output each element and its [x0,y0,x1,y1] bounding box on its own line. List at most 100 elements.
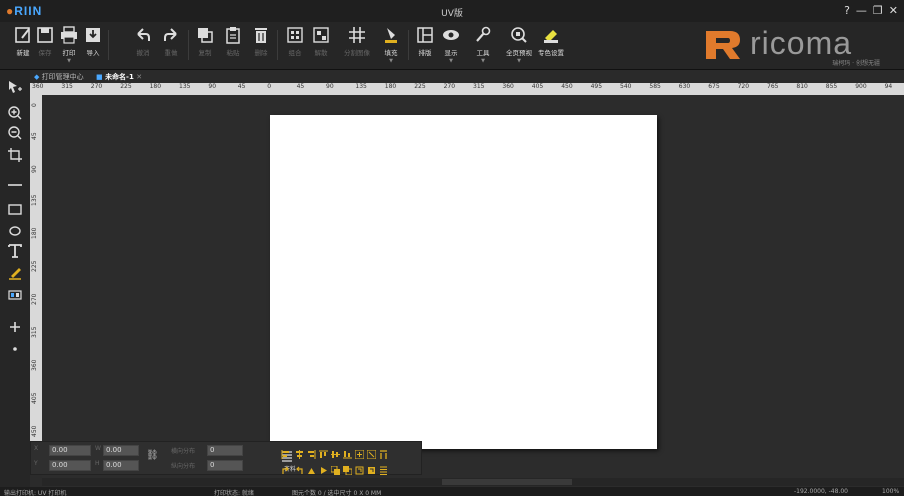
align-bottom-icon[interactable] [343,444,352,459]
full-preview-button[interactable]: 全页预视 ▼ [506,26,532,64]
ruler-tick-label: 135 [355,83,367,90]
tools-button[interactable]: 工具 ▼ [472,26,494,64]
ruler-tick-label: 0 [31,103,38,107]
brand-logo: ricoma 瑞柯玛 · 创想无疆 [704,25,894,67]
h-field[interactable]: 0.00 [103,460,139,471]
x-field[interactable]: 0.00 [49,445,91,456]
status-bar: 输出打印机: UV 打印机 打印状态: 就绪 图元个数 0 / 选中尺寸 0 X… [0,487,904,496]
tab-untitled-1[interactable]: ■ 未命名-1 ✕ [96,72,142,82]
ruler-tick-label: 675 [708,83,720,90]
horizontal-scrollbar[interactable] [42,478,904,486]
ruler-tick-label: 270 [31,293,38,305]
redo-button[interactable]: 重做 [160,26,182,57]
window-controls: ? — ❐ ✕ [844,4,898,17]
chevron-down-icon: ▼ [67,58,71,64]
text-tool-icon[interactable] [8,244,22,258]
ricoma-logo-icon [706,31,740,59]
flip-h-icon[interactable] [319,460,328,474]
w-field[interactable]: 0.00 [103,445,139,456]
left-toolbar [0,70,30,490]
align-center-h-icon[interactable] [295,444,304,459]
line-tool-icon[interactable] [8,178,22,192]
distribute-h-icon[interactable] [354,444,365,460]
window-title: UV版 [441,9,463,19]
fill-button[interactable]: 填充 ▼ [380,26,402,64]
horizontal-ruler[interactable]: 360 315 270 225 180 135 90 45 0 45 90 135 180 225 270 3… [30,83,904,95]
close-tab-icon[interactable]: ✕ [136,73,142,81]
pen-tool-icon[interactable] [8,266,22,280]
backward-one-icon[interactable] [367,460,376,474]
ruler-tick-label: 405 [31,392,38,404]
plus-icon[interactable] [8,320,22,334]
forward-one-icon[interactable] [355,460,364,475]
align-left-icon[interactable] [281,444,290,459]
select-pointer-icon[interactable] [8,80,22,94]
ellipse-tool-icon[interactable] [8,224,22,238]
vdist-field[interactable]: 0 [207,460,243,471]
barcode-tool-icon[interactable] [8,288,22,302]
crop-icon[interactable] [8,148,22,162]
zoom-in-icon[interactable] [8,106,22,120]
title-bar: ●RIIN UV版 ? — ❐ ✕ [0,0,904,22]
status-coordinates: -192.0000, -48.00 [794,488,848,495]
rotate-left-icon[interactable] [281,460,290,474]
ruler-tick-label: 810 [796,83,808,90]
align-right-icon[interactable] [307,444,316,459]
align-top-icon[interactable] [319,444,328,458]
rotate-right-icon[interactable] [295,460,304,474]
delete-button[interactable]: 删除 [250,26,272,57]
tab-print-center[interactable]: ◆ 打印管理中心 [34,72,84,82]
send-back-icon[interactable] [343,460,353,476]
restore-button[interactable]: ❐ [873,4,883,17]
spot-color-button[interactable]: 专色设置 [538,26,564,57]
ruler-tick-label: 315 [31,326,38,338]
help-icon[interactable]: ? [844,4,850,17]
bring-front-icon[interactable] [330,460,340,475]
ruler-tick-label: 180 [149,83,162,90]
ruler-tick-label: 270 [443,83,456,90]
ruler-tick-label: 855 [825,83,838,90]
close-button[interactable]: ✕ [889,4,898,17]
vertical-ruler[interactable]: 0 45 90 135 180 225 270 315 360 405 450 [30,95,42,460]
brand-slogan: 瑞柯玛 · 创想无疆 [832,60,880,67]
print-button[interactable]: 打印 ▼ [58,26,80,64]
zoom-preview-icon [511,27,527,43]
redo-icon [164,28,177,41]
import-button[interactable]: 导入 [82,26,104,57]
split-image-button[interactable]: 分割图像 [344,26,370,57]
chevron-down-icon: ▼ [481,58,485,64]
lock-ratio-icon[interactable]: ⛓ [146,450,159,461]
align-center-v-icon[interactable] [331,444,340,458]
ruler-tick-label: 135 [31,194,38,206]
y-field[interactable]: 0.00 [49,460,91,471]
list-arrange-icon[interactable] [379,460,388,475]
point-tool-icon[interactable] [8,342,22,356]
flip-v-icon[interactable] [307,460,316,474]
status-printer: 输出打印机: UV 打印机 [4,490,67,496]
ruler-tick-label: 90 [31,165,38,173]
zoom-out-icon[interactable] [8,126,22,140]
scrollbar-thumb[interactable] [442,479,572,485]
fill-icon [385,28,397,43]
same-size-icon[interactable] [379,444,388,459]
ruler-tick-label: 90 [208,83,217,90]
printer-icon [61,26,77,44]
vdist-label: 纵向分布 [171,463,196,470]
print-page[interactable] [270,115,657,449]
new-file-icon [15,27,30,43]
x-label: X [34,445,39,452]
rectangle-tool-icon[interactable] [8,202,22,216]
hdist-field[interactable]: 0 [207,445,243,456]
trash-icon [255,28,267,43]
ruler-tick-label: 450 [31,425,38,437]
minimize-button[interactable]: — [856,4,867,17]
ruler-tick-label: 765 [767,83,779,90]
chevron-down-icon: ▼ [389,58,393,64]
distribute-v-icon[interactable] [366,444,377,460]
ungroup-button[interactable]: 解散 [310,26,332,57]
ruler-tick-label: 630 [678,83,691,90]
save-icon [37,27,53,43]
display-button[interactable]: 显示 ▼ [440,26,462,64]
ungroup-icon [313,27,329,43]
brand-name: ricoma [750,25,853,61]
